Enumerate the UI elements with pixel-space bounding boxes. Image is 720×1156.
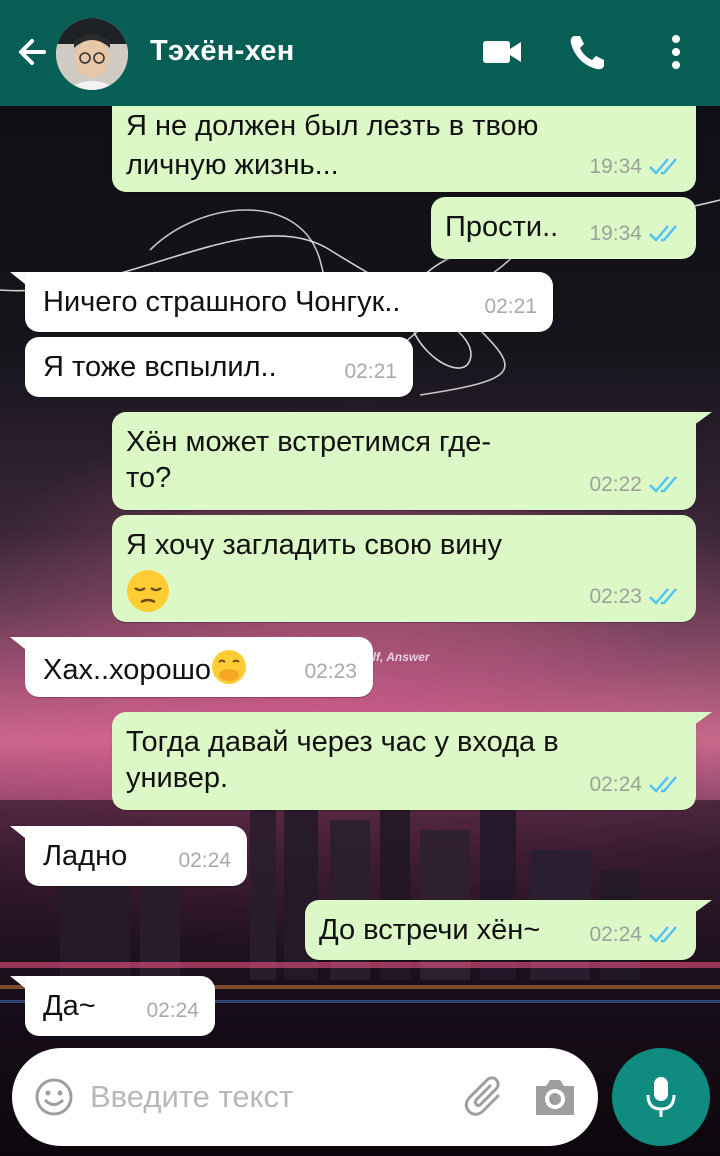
message-text: Прости.. — [445, 211, 559, 243]
voice-call-icon[interactable] — [566, 30, 610, 74]
read-ticks-icon — [649, 476, 677, 493]
back-arrow-icon[interactable] — [14, 32, 54, 72]
attach-icon[interactable] — [464, 1074, 508, 1120]
message-outgoing[interactable]: Прости.. 19:34 — [431, 197, 696, 259]
message-outgoing[interactable]: Хён может встретимся где-то? 02:22 — [112, 412, 696, 510]
more-options-icon[interactable] — [654, 30, 698, 74]
message-time: 02:24 — [146, 999, 199, 1022]
message-text: Я хочу загладить свою вину — [126, 529, 502, 561]
wallpaper-watermark: elf, Answer — [366, 650, 430, 664]
video-call-icon[interactable] — [481, 30, 525, 74]
message-text: Ладно — [43, 840, 128, 872]
message-time: 02:21 — [344, 360, 397, 383]
camera-icon[interactable] — [532, 1077, 578, 1117]
message-time: 19:34 — [589, 222, 642, 245]
chat-header: Тэхён-хен — [0, 0, 720, 106]
message-text: то? — [126, 462, 172, 494]
message-text: Тогда давай через час у входа в — [126, 726, 559, 758]
message-time: 02:24 — [178, 849, 231, 872]
message-incoming[interactable]: Я тоже вспылил.. 02:21 — [25, 337, 413, 397]
message-time: 02:24 — [589, 923, 642, 946]
read-ticks-icon — [649, 926, 677, 943]
face-with-hand-over-mouth-emoji-icon — [212, 650, 247, 684]
message-text: До встречи хён~ — [319, 914, 541, 946]
message-input[interactable]: Введите текст — [90, 1079, 293, 1115]
message-text: Я тоже вспылил.. — [43, 351, 277, 383]
message-text: личную жизнь... — [126, 149, 339, 181]
message-incoming[interactable]: Ладно 02:24 — [25, 826, 247, 886]
message-text: Хах..хорошо — [43, 654, 212, 686]
read-ticks-icon — [649, 776, 677, 793]
message-time: 02:22 — [589, 473, 642, 496]
read-ticks-icon — [649, 588, 677, 605]
message-outgoing[interactable]: Я не должен был лезть в твою личную жизнь… — [112, 106, 696, 192]
message-time: 02:23 — [304, 660, 357, 683]
message-time: 02:21 — [484, 295, 537, 318]
read-ticks-icon — [649, 158, 677, 175]
message-text: Я не должен был лезть в твою — [126, 110, 539, 142]
message-outgoing[interactable]: До встречи хён~ 02:24 — [305, 900, 696, 960]
message-incoming[interactable]: Да~ 02:24 — [25, 976, 215, 1036]
message-time: 02:24 — [589, 773, 642, 796]
contact-avatar[interactable] — [56, 18, 128, 90]
read-ticks-icon — [649, 225, 677, 242]
contact-name[interactable]: Тэхён-хен — [150, 35, 295, 68]
message-time: 19:34 — [589, 155, 642, 178]
pensive-face-emoji-icon — [127, 570, 169, 612]
message-composer[interactable]: Введите текст — [12, 1048, 598, 1146]
message-text: Да~ — [43, 990, 96, 1022]
emoji-icon[interactable] — [34, 1077, 74, 1117]
message-incoming[interactable]: Ничего страшного Чонгук.. 02:21 — [25, 272, 553, 332]
mic-button[interactable] — [612, 1048, 710, 1146]
message-outgoing[interactable]: Тогда давай через час у входа в универ. 0… — [112, 712, 696, 810]
message-time: 02:23 — [589, 585, 642, 608]
message-incoming[interactable]: Хах..хорошо 02:23 — [25, 637, 373, 697]
message-text: универ. — [126, 762, 229, 794]
message-outgoing[interactable]: Я хочу загладить свою вину 02:23 — [112, 515, 696, 622]
message-text: Хён может встретимся где- — [126, 426, 492, 458]
mic-icon — [646, 1077, 676, 1117]
message-text: Ничего страшного Чонгук.. — [43, 286, 401, 318]
